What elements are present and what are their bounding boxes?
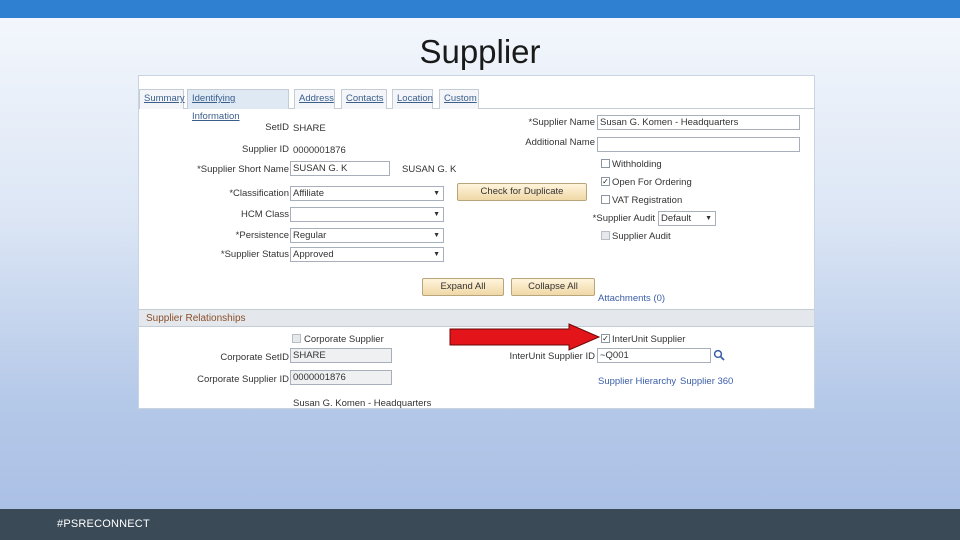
tab-address[interactable]: Address bbox=[294, 89, 335, 109]
persistence-value: Regular bbox=[293, 230, 327, 241]
interunit-supplier-id-label: InterUnit Supplier ID bbox=[509, 351, 595, 362]
chevron-down-icon: ▼ bbox=[433, 251, 440, 258]
peoplesoft-supplier-screenshot: Summary Identifying Information Address … bbox=[138, 75, 815, 409]
magnifier-icon[interactable] bbox=[713, 349, 725, 361]
interunit-supplier-checkbox[interactable]: ✓ bbox=[601, 334, 610, 343]
slide-top-bar bbox=[0, 0, 960, 18]
corporate-supplier-checkbox bbox=[292, 334, 301, 343]
corporate-supplier-id-label: Corporate Supplier ID bbox=[197, 374, 289, 385]
supplier-audit-checkbox-label: Supplier Audit bbox=[612, 231, 671, 242]
tab-identifying-information[interactable]: Identifying Information bbox=[187, 89, 289, 122]
chevron-down-icon: ▼ bbox=[433, 232, 440, 239]
persistence-select[interactable]: Regular ▼ bbox=[290, 228, 444, 243]
supplier-hierarchy-link[interactable]: Supplier Hierarchy bbox=[598, 376, 676, 387]
corporate-setid-input: SHARE bbox=[290, 348, 392, 363]
tab-summary[interactable]: Summary bbox=[139, 89, 185, 109]
short-name-display: SUSAN G. K bbox=[402, 164, 457, 175]
setid-label: SetID bbox=[265, 122, 289, 133]
attachments-link[interactable]: Attachments (0) bbox=[598, 293, 665, 304]
interunit-supplier-id-input[interactable]: ~Q001 bbox=[597, 348, 711, 363]
withholding-checkbox[interactable] bbox=[601, 159, 610, 168]
corporate-setid-label: Corporate SetID bbox=[220, 352, 289, 363]
chevron-down-icon: ▼ bbox=[705, 215, 712, 222]
interunit-supplier-label: InterUnit Supplier bbox=[612, 334, 686, 345]
corporate-supplier-id-input: 0000001876 bbox=[290, 370, 392, 385]
hcm-class-select[interactable]: ▼ bbox=[290, 207, 444, 222]
supplier-status-value: Approved bbox=[293, 249, 334, 260]
red-arrow-right-icon bbox=[449, 323, 601, 351]
corporate-supplier-name: Susan G. Komen - Headquarters bbox=[293, 398, 432, 409]
short-name-label: *Supplier Short Name bbox=[197, 164, 289, 175]
vat-registration-checkbox[interactable] bbox=[601, 195, 610, 204]
slide-title: Supplier bbox=[419, 33, 541, 70]
supplier-360-link[interactable]: Supplier 360 bbox=[680, 376, 733, 387]
open-for-ordering-label: Open For Ordering bbox=[612, 177, 692, 188]
supplier-audit-field-label: *Supplier Audit bbox=[592, 213, 655, 224]
classification-value: Affiliate bbox=[293, 188, 324, 199]
short-name-input[interactable]: SUSAN G. K bbox=[290, 161, 390, 176]
tab-strip: Summary Identifying Information Address … bbox=[139, 88, 814, 122]
supplier-status-label: *Supplier Status bbox=[220, 249, 289, 260]
tab-contacts[interactable]: Contacts bbox=[341, 89, 387, 109]
supplier-id-value: 0000001876 bbox=[293, 145, 346, 156]
withholding-label: Withholding bbox=[612, 159, 662, 170]
footer-hashtag: #PSRECONNECT bbox=[57, 518, 150, 530]
corporate-supplier-label: Corporate Supplier bbox=[304, 334, 384, 345]
supplier-audit-value: Default bbox=[661, 213, 692, 224]
setid-value: SHARE bbox=[293, 123, 326, 134]
additional-name-label: Additional Name bbox=[525, 137, 595, 148]
classification-select[interactable]: Affiliate ▼ bbox=[290, 186, 444, 201]
checkmark-icon: ✓ bbox=[602, 334, 609, 343]
tab-location[interactable]: Location bbox=[392, 89, 433, 109]
supplier-id-label: Supplier ID bbox=[242, 144, 289, 155]
persistence-label: *Persistence bbox=[235, 230, 289, 241]
tab-custom[interactable]: Custom bbox=[439, 89, 479, 109]
open-for-ordering-checkbox[interactable]: ✓ bbox=[601, 177, 610, 186]
supplier-status-select[interactable]: Approved ▼ bbox=[290, 247, 444, 262]
chevron-down-icon: ▼ bbox=[433, 211, 440, 218]
section-title: Supplier Relationships bbox=[146, 313, 246, 324]
additional-name-input[interactable] bbox=[597, 137, 800, 152]
classification-label: *Classification bbox=[229, 188, 289, 199]
hcm-class-label: HCM Class bbox=[240, 209, 289, 220]
collapse-all-button[interactable]: Collapse All bbox=[511, 278, 595, 296]
supplier-audit-checkbox bbox=[601, 231, 610, 240]
checkmark-icon: ✓ bbox=[602, 177, 609, 186]
supplier-name-label: *Supplier Name bbox=[528, 117, 595, 128]
vat-registration-label: VAT Registration bbox=[612, 195, 683, 206]
slide-footer: #PSRECONNECT bbox=[0, 509, 960, 540]
supplier-audit-select[interactable]: Default ▼ bbox=[658, 211, 716, 226]
chevron-down-icon: ▼ bbox=[433, 190, 440, 197]
expand-all-button[interactable]: Expand All bbox=[422, 278, 504, 296]
check-for-duplicate-button[interactable]: Check for Duplicate bbox=[457, 183, 587, 201]
supplier-name-input[interactable]: Susan G. Komen - Headquarters bbox=[597, 115, 800, 130]
